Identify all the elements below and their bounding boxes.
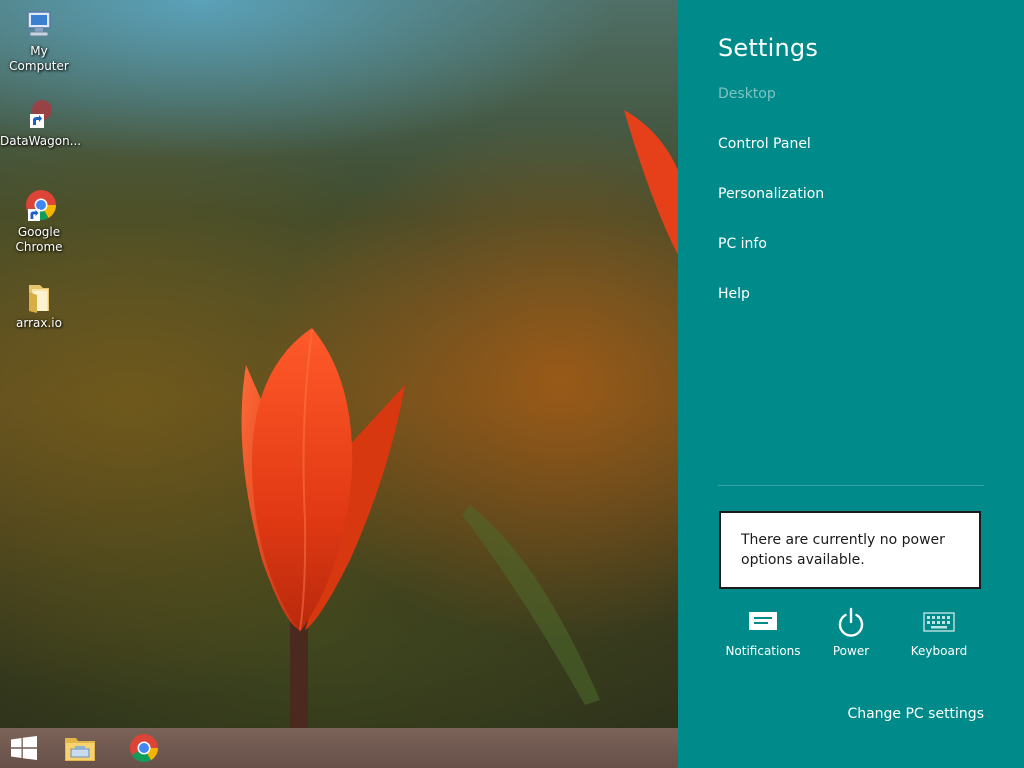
power-options-message: There are currently no power options ava… [719, 511, 981, 589]
keyboard-label: Keyboard [910, 644, 968, 658]
windows-start-icon [11, 736, 37, 760]
desktop-icon-datawagon[interactable]: DataWagon... [0, 98, 82, 149]
power-icon [808, 604, 894, 640]
notifications-label: Notifications [725, 644, 801, 658]
keyboard-icon [896, 604, 982, 640]
power-button[interactable]: Power [808, 604, 894, 658]
desktop-icon-my-computer[interactable]: My Computer [0, 8, 78, 74]
settings-title: Settings [718, 34, 819, 62]
desktop-icon-label: DataWagon... [0, 134, 82, 148]
desktop-icon-arrax[interactable]: arrax.io [0, 280, 78, 331]
shortcut-icon [22, 98, 56, 132]
desktop[interactable]: My Computer DataWagon... Google Chrome a… [0, 0, 678, 728]
settings-context-desktop: Desktop [718, 86, 776, 102]
tulip-wallpaper [241, 110, 678, 728]
start-button[interactable] [0, 728, 48, 768]
notifications-icon [720, 604, 806, 640]
settings-link-pc-info[interactable]: PC info [718, 236, 767, 252]
keyboard-button[interactable]: Keyboard [896, 604, 982, 658]
desktop-icon-label: Google Chrome [15, 225, 63, 254]
taskbar [0, 728, 678, 768]
settings-charm-panel: Settings Desktop Control Panel Personali… [678, 0, 1024, 768]
taskbar-file-explorer[interactable] [58, 728, 102, 768]
settings-link-personalization[interactable]: Personalization [718, 186, 824, 202]
desktop-icon-label: arrax.io [16, 316, 62, 330]
settings-link-control-panel[interactable]: Control Panel [718, 136, 811, 152]
settings-divider [718, 485, 984, 486]
taskbar-chrome[interactable] [122, 728, 166, 768]
computer-icon [22, 8, 56, 42]
change-pc-settings-link[interactable]: Change PC settings [847, 706, 984, 722]
chrome-icon [22, 189, 57, 223]
notifications-button[interactable]: Notifications [720, 604, 806, 658]
settings-link-help[interactable]: Help [718, 286, 750, 302]
folder-icon [22, 280, 56, 314]
power-label: Power [832, 644, 870, 658]
desktop-icon-google-chrome[interactable]: Google Chrome [0, 189, 78, 255]
file-explorer-icon [65, 738, 95, 761]
chrome-icon [130, 734, 158, 762]
desktop-icon-label: My Computer [9, 44, 69, 73]
